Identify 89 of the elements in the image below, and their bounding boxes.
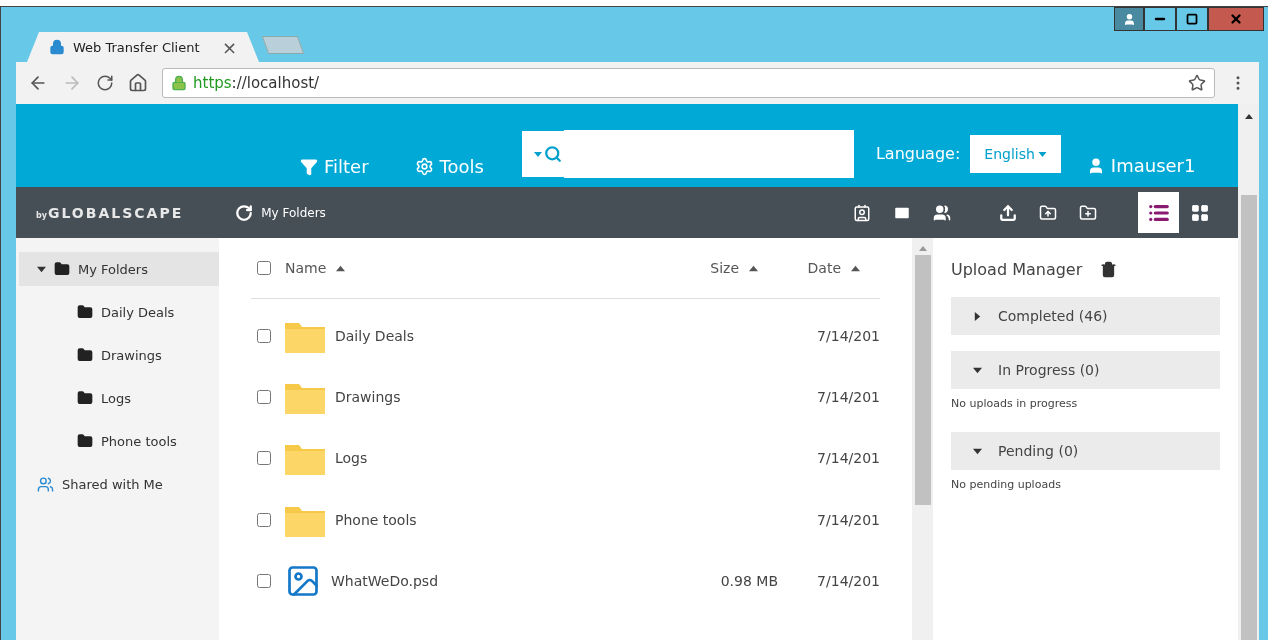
status-message: No uploads in progress bbox=[951, 397, 1079, 410]
row-checkbox[interactable] bbox=[257, 451, 271, 466]
caret-icon bbox=[533, 151, 542, 157]
sort-icon bbox=[851, 263, 860, 273]
folder-icon bbox=[54, 261, 70, 277]
tree-item[interactable]: Daily Deals bbox=[19, 295, 219, 329]
file-name[interactable]: Drawings bbox=[335, 389, 401, 406]
tab-title: Web Transfer Client bbox=[73, 39, 201, 55]
file-size: 0.98 MB bbox=[719, 573, 778, 590]
tree-item[interactable]: Logs bbox=[19, 381, 219, 415]
file-name[interactable]: WhatWeDo.psd bbox=[331, 573, 439, 590]
reload-icon[interactable] bbox=[96, 74, 114, 92]
profile-button[interactable] bbox=[1114, 7, 1144, 31]
folder-upload-icon bbox=[1039, 203, 1057, 222]
caret-icon bbox=[37, 264, 46, 274]
lock-icon bbox=[171, 75, 187, 91]
new-folder-icon bbox=[1079, 203, 1097, 222]
panel-title: Upload Manager bbox=[951, 260, 1083, 279]
row-checkbox[interactable] bbox=[257, 390, 271, 405]
star-icon[interactable] bbox=[1188, 74, 1206, 92]
refresh-icon bbox=[235, 203, 254, 222]
caret-icon bbox=[973, 446, 982, 456]
tree-item-label: Daily Deals bbox=[101, 304, 175, 320]
status-message: No pending uploads bbox=[951, 478, 1062, 491]
folder-icon bbox=[77, 347, 93, 363]
address-bar[interactable]: https://localhost/ bbox=[162, 68, 1215, 98]
file-date: 7/14/201 bbox=[816, 327, 880, 344]
close-icon bbox=[1229, 12, 1243, 26]
caret-icon bbox=[973, 365, 982, 375]
brand-logo: byGLOBALSCAPE bbox=[36, 204, 184, 221]
url-text: https://localhost/ bbox=[193, 74, 321, 92]
tree-item-label: Logs bbox=[101, 390, 131, 406]
select-all-checkbox[interactable] bbox=[257, 261, 271, 275]
accordion-header[interactable]: In Progress (0) bbox=[951, 351, 1220, 389]
sort-icon bbox=[749, 263, 758, 273]
close-button[interactable] bbox=[1208, 7, 1264, 31]
lock-icon bbox=[49, 39, 65, 55]
gear-icon bbox=[414, 157, 434, 176]
home-icon[interactable] bbox=[128, 73, 148, 93]
file-date: 7/14/201 bbox=[816, 389, 880, 406]
row-checkbox[interactable] bbox=[257, 512, 271, 527]
caret-icon bbox=[1037, 151, 1047, 157]
row-checkbox[interactable] bbox=[257, 328, 271, 343]
accordion-header[interactable]: Pending (0) bbox=[951, 432, 1220, 470]
file-name[interactable]: Daily Deals bbox=[335, 327, 415, 344]
tree-item-label: Drawings bbox=[101, 347, 162, 363]
language-label: Language: bbox=[875, 144, 961, 163]
contact-card-icon bbox=[853, 203, 871, 222]
scroll-up-icon[interactable] bbox=[1244, 114, 1253, 119]
shared-folder-icon bbox=[37, 475, 54, 493]
trash-icon[interactable] bbox=[1100, 261, 1118, 278]
tree-item[interactable]: Shared with Me bbox=[19, 467, 219, 501]
file-date: 7/14/201 bbox=[816, 573, 880, 590]
column-header[interactable]: Date bbox=[778, 260, 880, 276]
folder-icon bbox=[77, 304, 93, 320]
tree-item-label: Phone tools bbox=[101, 433, 177, 449]
scrollbar-thumb[interactable] bbox=[1240, 195, 1257, 640]
folder-icon bbox=[77, 390, 93, 406]
folder-icon bbox=[77, 433, 93, 449]
tree-item-label: Shared with Me bbox=[62, 476, 163, 492]
tree-item[interactable]: Phone tools bbox=[19, 424, 219, 458]
file-date: 7/14/201 bbox=[816, 450, 880, 467]
caret-icon bbox=[973, 311, 982, 321]
file-date: 7/14/201 bbox=[816, 511, 880, 528]
users-icon bbox=[933, 203, 951, 222]
minimize-button[interactable] bbox=[1144, 7, 1176, 31]
sort-icon bbox=[336, 263, 346, 273]
scrollbar-thumb[interactable] bbox=[914, 255, 931, 505]
tree-item[interactable]: Drawings bbox=[19, 338, 219, 372]
grid-view-icon bbox=[1189, 202, 1210, 223]
file-name[interactable]: Logs bbox=[335, 450, 368, 467]
search-field[interactable] bbox=[521, 131, 854, 177]
upload-icon bbox=[999, 203, 1017, 222]
tab-close-button[interactable]: × bbox=[221, 36, 237, 58]
file-name[interactable]: Phone tools bbox=[335, 511, 417, 528]
column-header[interactable]: Size bbox=[688, 260, 778, 276]
refresh-folder-button[interactable]: My Folders bbox=[229, 202, 332, 223]
search-icon bbox=[543, 145, 562, 163]
view-toggle[interactable] bbox=[1138, 192, 1179, 233]
user-icon bbox=[1122, 12, 1136, 26]
tree-item-label: My Folders bbox=[78, 261, 148, 277]
filter-icon bbox=[300, 157, 318, 176]
tree-item[interactable]: My Folders bbox=[19, 252, 219, 286]
column-header[interactable]: Name bbox=[285, 260, 688, 276]
browser-tab[interactable]: Web Transfer Client × bbox=[27, 32, 259, 62]
maximize-icon bbox=[1186, 13, 1198, 25]
row-checkbox[interactable] bbox=[257, 574, 271, 589]
maximize-button[interactable] bbox=[1176, 7, 1208, 31]
accordion-header[interactable]: Completed (46) bbox=[951, 297, 1220, 335]
